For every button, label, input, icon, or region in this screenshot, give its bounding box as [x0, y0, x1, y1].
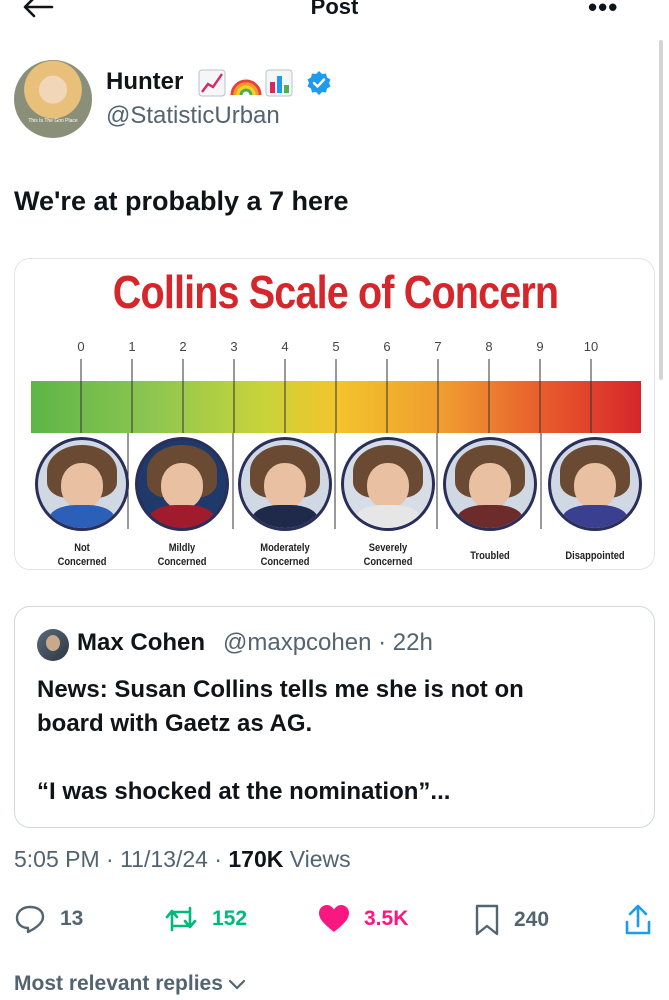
- concern-label-line: Moderately: [260, 542, 310, 554]
- tick-label: 0: [77, 339, 85, 354]
- bookmark-button[interactable]: 240: [474, 904, 549, 936]
- tick-label: 5: [332, 339, 340, 354]
- concern-level-label: Severely Concerned: [346, 541, 431, 569]
- collins-portrait: [341, 437, 435, 531]
- concern-label-line: Concerned: [363, 556, 413, 568]
- author-handle[interactable]: @StatisticUrban: [106, 102, 280, 130]
- reply-count: 13: [60, 907, 84, 930]
- concern-level-label: Moderately Concerned: [243, 541, 328, 569]
- like-count: 3.5K: [364, 907, 409, 930]
- heart-icon: [319, 905, 349, 932]
- like-button[interactable]: 3.5K: [318, 904, 408, 934]
- concern-label-line: Concerned: [157, 556, 207, 568]
- tick-label: 8: [485, 339, 493, 354]
- collins-portrait: [135, 437, 229, 531]
- replies-sort-label: Most relevant replies: [14, 972, 223, 995]
- post-timestamp[interactable]: 5:05 PM · 11/13/24 ·: [14, 846, 228, 872]
- reply-button[interactable]: 13: [14, 904, 83, 934]
- chart-increasing-emoji: [198, 69, 226, 97]
- action-bar: 13 152 3.5K 240: [0, 898, 669, 942]
- tick-label: 1: [128, 339, 136, 354]
- concern-label-line: Not: [74, 542, 90, 554]
- share-icon: [625, 904, 651, 935]
- concern-level-label: Mildly Concerned: [140, 541, 225, 569]
- quoted-text-line: News: Susan Collins tells me she is not …: [37, 676, 524, 703]
- tick-label: 9: [536, 339, 544, 354]
- quoted-author-handle-time[interactable]: @maxpcohen · 22h: [223, 629, 433, 657]
- collins-portrait: [35, 437, 129, 531]
- collins-portrait: [238, 437, 332, 531]
- name-emojis: [198, 69, 293, 97]
- author-display-name[interactable]: Hunter: [106, 68, 183, 96]
- repost-count: 152: [212, 907, 248, 930]
- more-options-icon[interactable]: •••: [588, 0, 618, 23]
- collins-portrait: [548, 437, 642, 531]
- concern-level-label: Not Concerned: [40, 541, 125, 569]
- concern-label-line: Mildly: [168, 542, 196, 554]
- bookmark-icon: [475, 904, 499, 936]
- page-title: Post: [310, 0, 359, 19]
- replies-sort-dropdown[interactable]: Most relevant replies: [14, 972, 247, 996]
- avatar-caption: This Is The Goo Place: [28, 118, 78, 124]
- bar-chart-emoji: [265, 69, 293, 97]
- rainbow-emoji: [230, 79, 262, 96]
- tick-label: 6: [383, 339, 391, 354]
- quoted-tweet-text: News: Susan Collins tells me she is not …: [37, 673, 637, 809]
- bookmark-count: 240: [514, 908, 550, 931]
- quoted-author-name[interactable]: Max Cohen: [77, 629, 205, 657]
- concern-label-line: Concerned: [260, 556, 310, 568]
- repost-icon: [165, 906, 197, 932]
- author-avatar[interactable]: This Is The Goo Place: [14, 60, 92, 138]
- concern-label-line: Severely: [368, 542, 408, 554]
- tick-label: 3: [230, 339, 238, 354]
- tweet-text: We're at probably a 7 here: [14, 186, 349, 216]
- repost-button[interactable]: 152: [164, 904, 247, 934]
- tick-label: 7: [434, 339, 442, 354]
- quoted-text-line: “I was shocked at the nomination”...: [37, 778, 451, 805]
- quoted-tweet[interactable]: Max Cohen @maxpcohen · 22h News: Susan C…: [14, 606, 655, 828]
- share-button[interactable]: [624, 904, 666, 936]
- collins-portrait: [443, 437, 537, 531]
- views-label: Views: [283, 846, 351, 872]
- quoted-author-avatar[interactable]: [37, 629, 69, 661]
- concern-label-line: Troubled: [470, 550, 510, 562]
- concern-label-line: Concerned: [57, 556, 107, 568]
- tick-label: 2: [179, 339, 187, 354]
- tick-label: 10: [583, 339, 599, 354]
- tick-label: 4: [281, 339, 289, 354]
- quoted-text-line: board with Gaetz as AG.: [37, 710, 313, 737]
- top-bar: Post •••: [0, 0, 669, 22]
- concern-level-label: Troubled: [448, 549, 533, 563]
- scroll-indicator[interactable]: [659, 40, 663, 380]
- concern-level-label: Disappointed: [553, 549, 638, 563]
- views-count: 170K: [228, 846, 284, 872]
- reply-icon: [15, 905, 45, 934]
- post-meta: 5:05 PM · 11/13/24 · 170K Views: [14, 846, 351, 873]
- tweet-image[interactable]: Collins Scale of Concern 0 1 2 3 4 5 6 7 8 9 10 No…: [14, 258, 655, 570]
- concern-label-line: Disappointed: [565, 550, 625, 562]
- chevron-down-icon: [228, 979, 246, 990]
- verified-badge-icon[interactable]: [306, 70, 332, 96]
